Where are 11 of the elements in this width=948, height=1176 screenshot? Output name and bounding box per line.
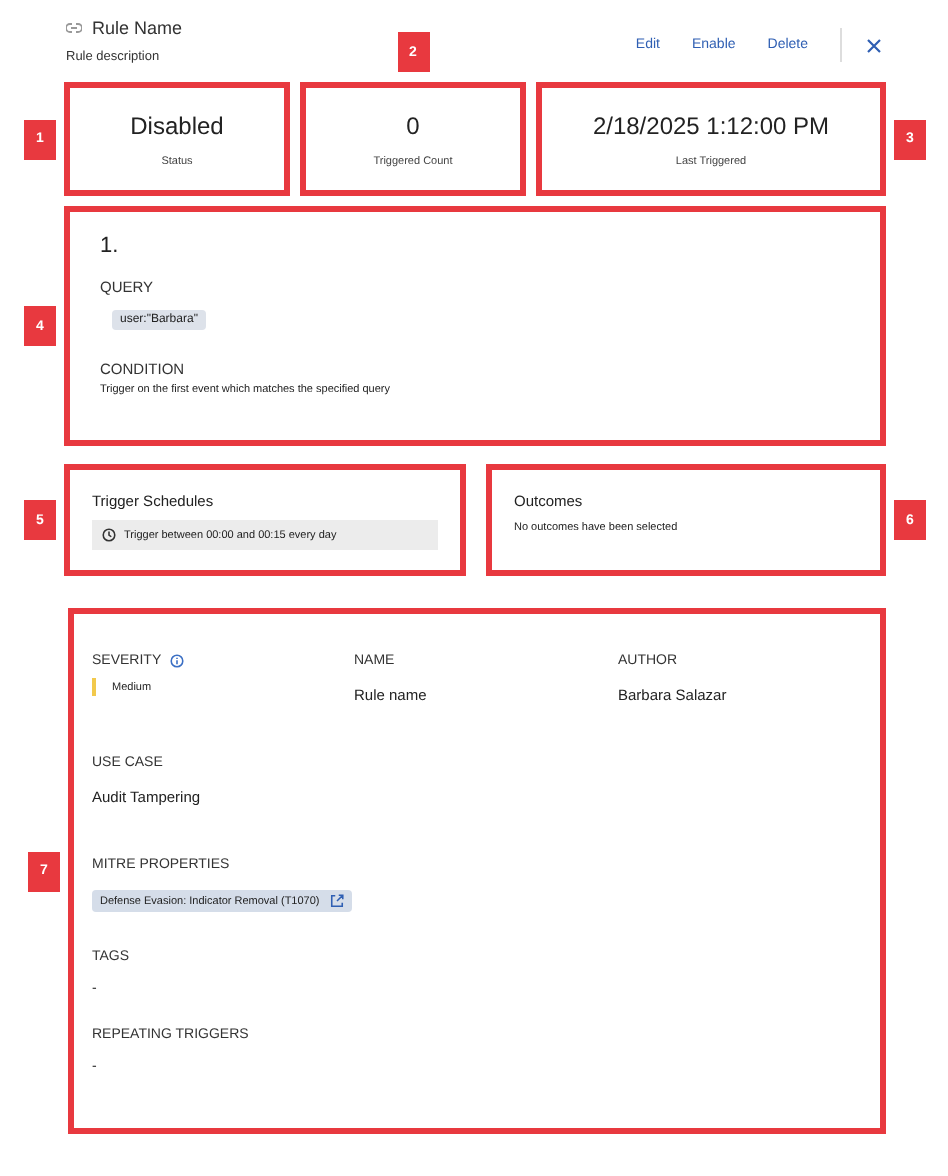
close-button[interactable] [862, 33, 886, 57]
external-link-icon [329, 894, 344, 908]
stat-value: 0 [406, 111, 420, 139]
stat-value: 2/18/2025 1:12:00 PM [592, 111, 830, 139]
rule-title: Rule Name [92, 18, 183, 38]
stat-value: Disabled [130, 111, 224, 139]
close-icon [866, 37, 882, 53]
query-index: 1. [100, 234, 121, 258]
link-icon [66, 22, 82, 34]
info-icon[interactable] [169, 654, 184, 668]
clock-icon [102, 528, 116, 542]
